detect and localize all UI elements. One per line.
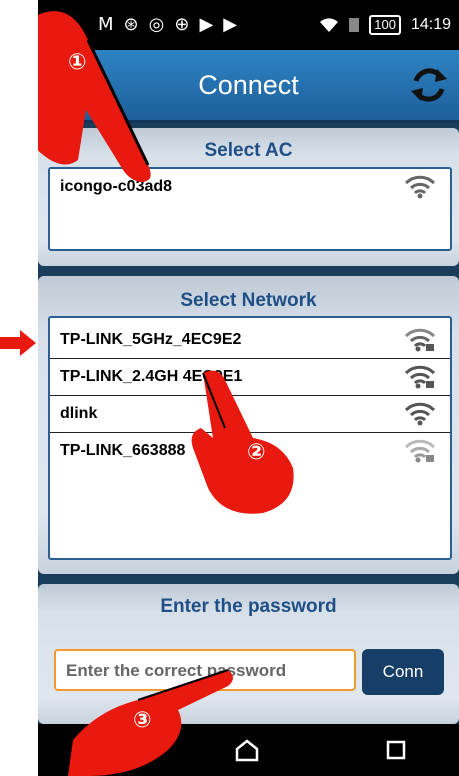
sim-icon xyxy=(349,18,360,32)
pointing-hand-icon xyxy=(191,370,294,514)
recents-icon[interactable] xyxy=(386,740,406,760)
network-name: TP-LINK_663888 xyxy=(60,442,186,459)
play-icon: ▶ xyxy=(223,14,238,35)
side-arrow-icon xyxy=(0,330,36,356)
wifi-icon xyxy=(404,402,436,426)
connect-button[interactable]: Conn xyxy=(362,649,444,695)
pointing-hand-icon xyxy=(68,669,233,776)
secured-wifi-icon xyxy=(404,439,436,463)
network-name: TP-LINK_5GHz_4EC9E2 xyxy=(60,331,242,348)
list-item[interactable]: TP-LINK_5GHz_4EC9E2 xyxy=(50,322,450,359)
password-title: Enter the password xyxy=(160,596,337,617)
clock: 14:19 xyxy=(410,16,451,33)
battery-indicator: 100 xyxy=(369,15,401,35)
pointing-hand-icon xyxy=(38,11,151,182)
step-1-badge: ① xyxy=(68,50,87,75)
network-name: dlink xyxy=(60,405,98,422)
select-network-title: Select Network xyxy=(180,290,317,311)
refresh-icon[interactable] xyxy=(407,63,451,107)
secured-wifi-icon xyxy=(404,365,436,389)
wifi-icon xyxy=(404,175,436,199)
wifi-status-icon xyxy=(320,18,339,32)
play-icon: ▶ xyxy=(199,14,214,35)
secured-wifi-icon xyxy=(404,328,436,352)
phone-screen: M ⊛ ◎ ⊕ ▶ ▶ 100 14:19 Connect Select AC xyxy=(38,0,459,776)
step-2-badge: ② xyxy=(247,440,266,465)
step-3-badge: ③ xyxy=(133,708,152,733)
